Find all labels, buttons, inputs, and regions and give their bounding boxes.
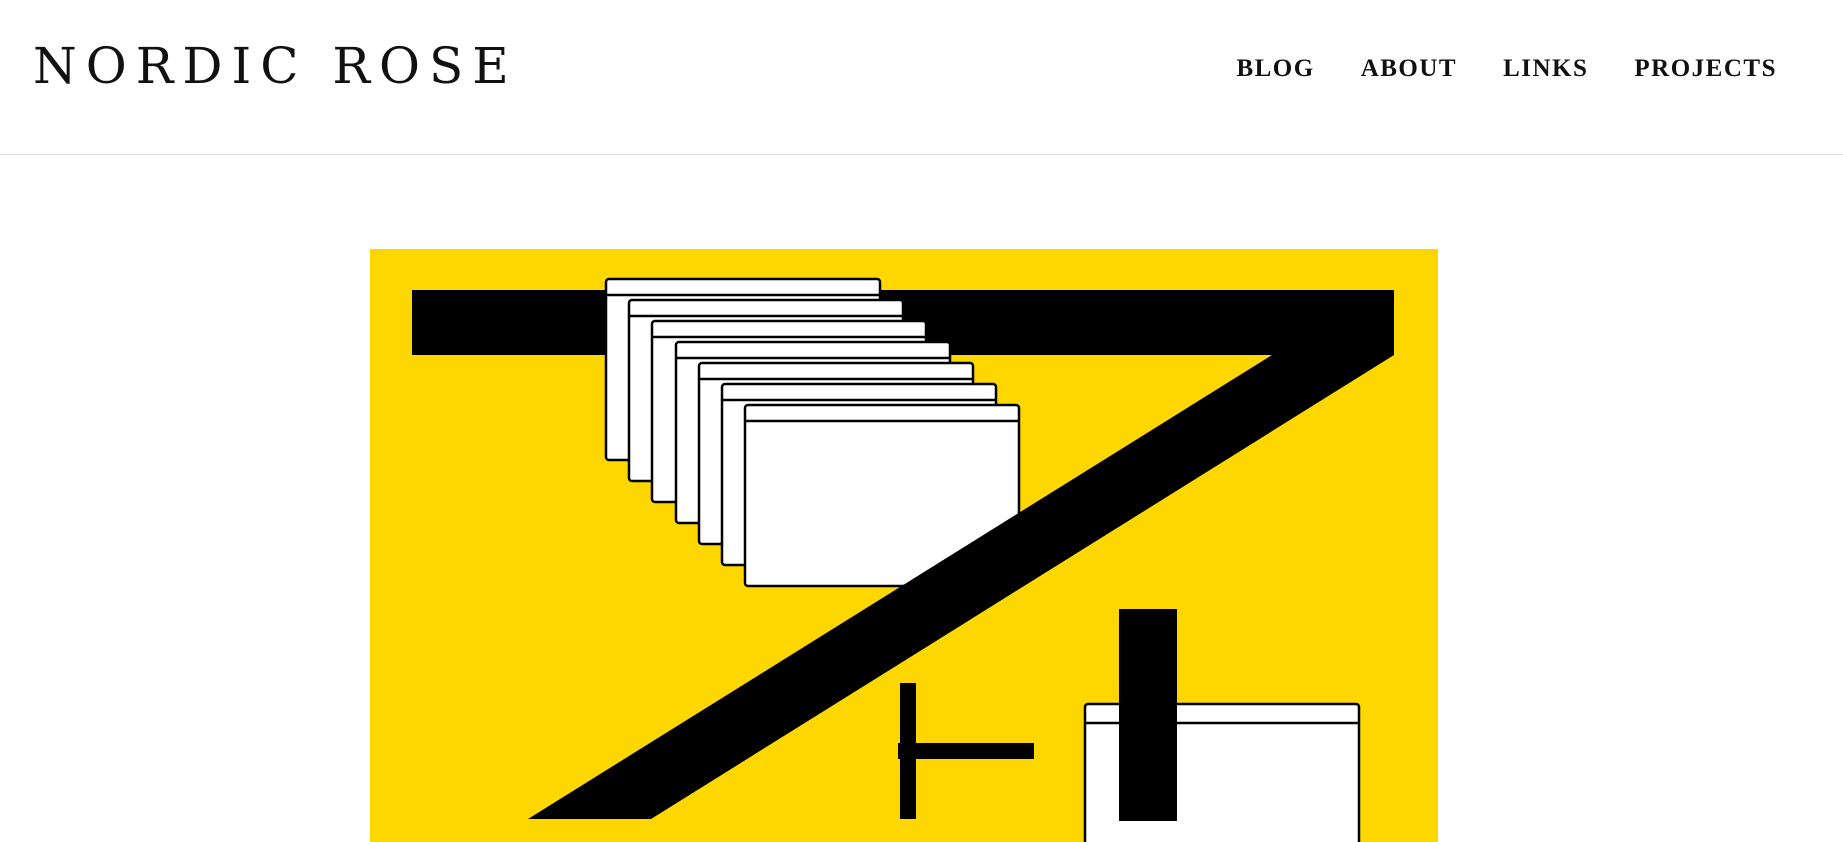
hero-image [370,249,1438,842]
nav-link-about[interactable]: ABOUT [1361,52,1457,86]
nav-link-links[interactable]: LINKS [1503,52,1588,86]
nav-link-blog[interactable]: BLOG [1236,52,1314,86]
vertical-bar [1119,609,1177,821]
site-header: NORDIC ROSE BLOG ABOUT LINKS PROJECTS [0,0,1843,155]
main-nav: BLOG ABOUT LINKS PROJECTS [1236,52,1777,86]
windows-7-plus-artwork-icon [370,249,1438,842]
nav-link-projects[interactable]: PROJECTS [1634,52,1777,86]
site-logo[interactable]: NORDIC ROSE [33,36,518,96]
